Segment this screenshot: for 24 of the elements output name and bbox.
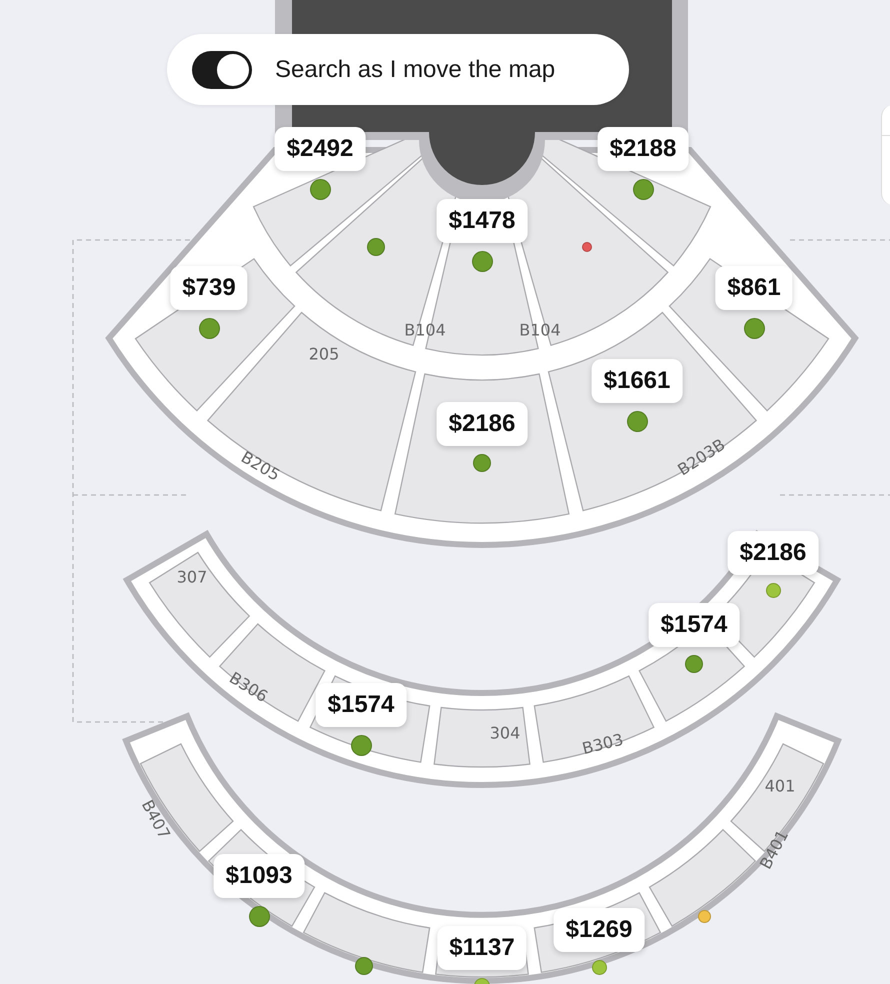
- section-label: 304: [490, 723, 520, 742]
- price-tag[interactable]: $1093: [214, 854, 304, 898]
- price-tag[interactable]: $1478: [436, 198, 528, 242]
- section-label: B104: [404, 320, 446, 340]
- price-tag[interactable]: $2188: [598, 126, 688, 170]
- section-label: B303: [580, 730, 626, 758]
- price-tag[interactable]: $1269: [554, 908, 644, 952]
- price-tag[interactable]: $1574: [648, 603, 740, 647]
- price-tag[interactable]: $2492: [274, 126, 366, 170]
- section-label: 401: [764, 776, 796, 796]
- price-tag[interactable]: $1574: [316, 682, 406, 726]
- price-tag[interactable]: $2186: [436, 402, 528, 446]
- toggle-switch[interactable]: [192, 50, 252, 88]
- price-tag[interactable]: $1137: [437, 926, 527, 970]
- price-tag[interactable]: $861: [715, 266, 793, 310]
- section-label: B104: [519, 320, 561, 340]
- seat-marker[interactable]: [355, 957, 373, 975]
- price-tag[interactable]: $739: [170, 266, 248, 310]
- price-tag[interactable]: $2186: [728, 530, 818, 574]
- section-label: 205: [308, 344, 340, 364]
- toggle-label: Search as I move the map: [275, 54, 556, 84]
- seat-marker[interactable]: [248, 906, 270, 926]
- section-label: 307: [176, 567, 208, 586]
- price-tag[interactable]: $1661: [592, 358, 682, 402]
